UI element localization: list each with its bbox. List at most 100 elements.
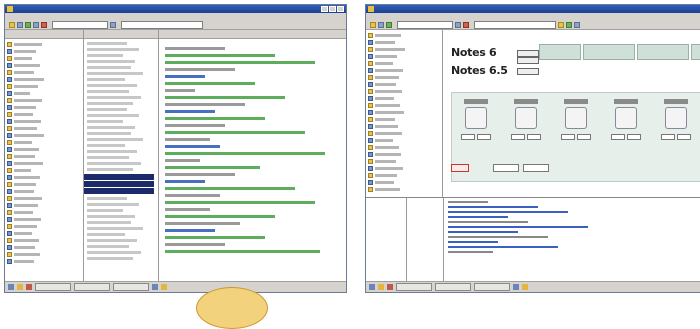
tree-item[interactable] <box>7 188 81 195</box>
maximize-button[interactable] <box>329 6 336 12</box>
feature-card[interactable] <box>508 99 544 147</box>
tree-item[interactable] <box>368 116 440 123</box>
tree-item[interactable] <box>7 223 81 230</box>
list-item[interactable] <box>87 120 123 123</box>
tree-item[interactable] <box>7 76 81 83</box>
toolbar-button[interactable] <box>17 21 23 28</box>
card-button[interactable] <box>661 134 675 140</box>
tree-item[interactable] <box>7 202 81 209</box>
taskbar-task[interactable] <box>113 283 149 291</box>
taskbar-icon[interactable] <box>513 284 519 290</box>
list-item[interactable] <box>87 156 129 159</box>
tree-item[interactable] <box>368 74 440 81</box>
tree-item[interactable] <box>368 88 440 95</box>
tree-item[interactable] <box>368 46 440 53</box>
list-item[interactable] <box>87 227 143 230</box>
list-item[interactable] <box>87 239 137 242</box>
list-item[interactable] <box>87 209 123 212</box>
tree-item[interactable] <box>7 230 81 237</box>
list-item[interactable] <box>87 102 133 105</box>
tree-item[interactable] <box>7 216 81 223</box>
list-item[interactable] <box>87 114 139 117</box>
taskbar-icon[interactable] <box>152 284 158 290</box>
tree-item[interactable] <box>368 123 440 130</box>
tree-item[interactable] <box>7 90 81 97</box>
card-button[interactable] <box>561 134 575 140</box>
script-editor[interactable] <box>444 198 700 282</box>
list-item[interactable] <box>87 54 123 57</box>
list-item[interactable] <box>87 233 125 236</box>
toolbar-button[interactable] <box>463 21 469 28</box>
taskbar-task[interactable] <box>435 283 471 291</box>
toolbar-button[interactable] <box>566 21 572 28</box>
tree-item[interactable] <box>368 158 440 165</box>
tree-item[interactable] <box>7 48 81 55</box>
taskbar-icon[interactable] <box>26 284 32 290</box>
card-button[interactable] <box>461 134 475 140</box>
card-button[interactable] <box>611 134 625 140</box>
card-button[interactable] <box>511 134 525 140</box>
taskbar-icon[interactable] <box>522 284 528 290</box>
card-button[interactable] <box>677 134 691 140</box>
list-item[interactable] <box>87 90 129 93</box>
tree-item[interactable] <box>7 55 81 62</box>
feature-card[interactable] <box>658 99 694 147</box>
tree-item[interactable] <box>368 95 440 102</box>
tree-item[interactable] <box>7 104 81 111</box>
toolbar-button[interactable] <box>386 21 392 28</box>
tree-item[interactable] <box>368 186 440 193</box>
list-item[interactable] <box>87 245 129 248</box>
tree-item[interactable] <box>7 125 81 132</box>
taskbar-icon[interactable] <box>378 284 384 290</box>
tree-item[interactable] <box>368 179 440 186</box>
list-item[interactable] <box>87 66 131 69</box>
list-item[interactable] <box>87 108 127 111</box>
feature-card[interactable] <box>608 99 644 147</box>
list-item[interactable] <box>87 150 137 153</box>
tree-item[interactable] <box>7 139 81 146</box>
list-item[interactable] <box>87 144 125 147</box>
list-item[interactable] <box>87 42 127 45</box>
tree-item[interactable] <box>368 102 440 109</box>
list-item[interactable] <box>87 203 139 206</box>
tree-item[interactable] <box>7 146 81 153</box>
tree-item[interactable] <box>7 174 81 181</box>
toolbar-button[interactable] <box>378 21 384 28</box>
tree-item[interactable] <box>7 111 81 118</box>
minimize-button[interactable] <box>321 6 328 12</box>
taskbar-icon[interactable] <box>387 284 393 290</box>
tree-item[interactable] <box>368 130 440 137</box>
close-button[interactable] <box>337 6 344 12</box>
list-item[interactable] <box>87 48 139 51</box>
list-item[interactable] <box>87 162 141 165</box>
start-icon[interactable] <box>369 284 375 290</box>
tree-item[interactable] <box>368 60 440 67</box>
tree-item[interactable] <box>7 160 81 167</box>
toolbar-button[interactable] <box>9 21 15 28</box>
tree-item[interactable] <box>7 258 81 265</box>
tree-item[interactable] <box>7 181 81 188</box>
list-item[interactable] <box>87 138 143 141</box>
list-item-selected[interactable] <box>84 181 154 187</box>
tree-item[interactable] <box>368 137 440 144</box>
tree-item[interactable] <box>368 67 440 74</box>
list-item[interactable] <box>87 126 135 129</box>
tree-item[interactable] <box>7 97 81 104</box>
tree-item[interactable] <box>7 118 81 125</box>
list-item[interactable] <box>87 132 131 135</box>
tree-item[interactable] <box>7 237 81 244</box>
tree-item[interactable] <box>7 132 81 139</box>
toolbar-button[interactable] <box>370 21 376 28</box>
tree-item[interactable] <box>7 41 81 48</box>
toolbar-button[interactable] <box>41 21 47 28</box>
tree-item[interactable] <box>368 165 440 172</box>
list-item[interactable] <box>87 96 141 99</box>
tree-item[interactable] <box>368 81 440 88</box>
list-item[interactable] <box>87 251 141 254</box>
list-item[interactable] <box>87 221 131 224</box>
list-item[interactable] <box>87 168 133 171</box>
list-item[interactable] <box>87 78 125 81</box>
location-field[interactable] <box>474 20 556 29</box>
location-field[interactable] <box>121 20 203 29</box>
tree-item[interactable] <box>7 69 81 76</box>
